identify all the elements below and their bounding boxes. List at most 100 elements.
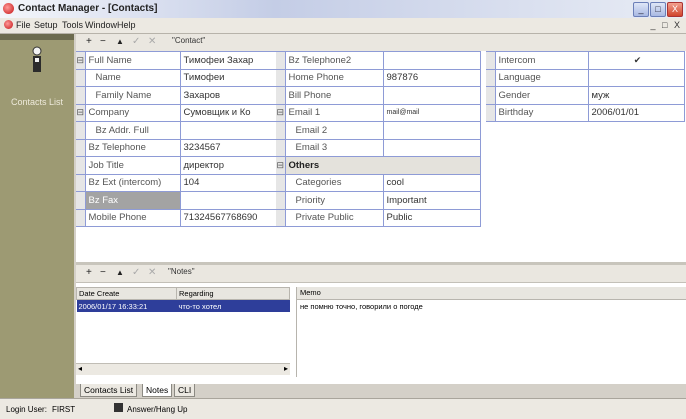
property-value[interactable]: mail@mail (382, 103, 481, 122)
memo-text[interactable]: не помню точно, говорили о погоде (297, 300, 686, 313)
property-value[interactable] (179, 121, 278, 140)
scroll-left-icon[interactable]: ◂ (78, 364, 82, 373)
menu-tools[interactable]: Tools (62, 20, 83, 30)
add-note-button[interactable]: + (86, 267, 92, 278)
remove-note-button[interactable]: − (100, 267, 106, 278)
property-label[interactable]: Home Phone (284, 68, 384, 87)
post-note-button[interactable]: ✓ (132, 267, 140, 278)
property-row[interactable]: Name Тимофеи (76, 68, 278, 87)
property-row[interactable]: ⊟ Full Name Тимофеи Захар (76, 51, 278, 70)
property-label[interactable]: Full Name (84, 51, 181, 70)
collapse-icon[interactable]: ⊟ (276, 103, 285, 122)
property-row[interactable]: Bz Ext (intercom) 104 (76, 173, 278, 192)
property-label[interactable]: Private Public (284, 208, 384, 227)
property-row[interactable]: Private Public Public (276, 208, 481, 227)
property-label[interactable]: Name (84, 68, 181, 87)
horizontal-scrollbar[interactable]: ◂ ▸ (76, 363, 290, 375)
answer-hangup-button[interactable]: Answer/Hang Up (127, 405, 187, 414)
property-label[interactable]: Mobile Phone (84, 208, 181, 227)
phone-icon[interactable] (114, 403, 123, 412)
property-label[interactable]: Bz Fax (84, 191, 181, 210)
property-row[interactable]: Birthday 2006/01/01 (486, 103, 685, 122)
property-value[interactable]: Public (382, 208, 481, 227)
property-value[interactable]: директор (179, 156, 278, 175)
property-value[interactable]: cool (382, 173, 481, 192)
property-value[interactable]: 987876 (382, 68, 481, 87)
property-row[interactable]: ⊟ Others (276, 156, 481, 175)
property-label[interactable]: Family Name (84, 86, 181, 105)
property-value[interactable]: Тимофеи Захар (179, 51, 278, 70)
property-row[interactable]: Bz Telephone 3234567 (76, 138, 278, 157)
collapse-icon[interactable]: ⊟ (76, 51, 85, 70)
property-value[interactable]: Important (382, 191, 481, 210)
menu-file[interactable]: File (16, 20, 31, 30)
column-header-date-create[interactable]: Date Create (76, 287, 177, 300)
property-row[interactable]: Family Name Захаров (76, 86, 278, 105)
property-row[interactable]: Bz Telephone2 (276, 51, 481, 70)
property-label[interactable]: Job Title (84, 156, 181, 175)
collapse-icon[interactable]: ⊟ (276, 156, 285, 175)
property-value[interactable]: Захаров (179, 86, 278, 105)
property-row[interactable]: Mobile Phone 71324567768690 (76, 208, 278, 227)
property-value[interactable] (587, 68, 685, 87)
scroll-right-icon[interactable]: ▸ (284, 364, 288, 373)
property-label[interactable]: Bz Addr. Full (84, 121, 181, 140)
sidebar-item-contacts-list[interactable]: Contacts List (0, 97, 74, 107)
property-row[interactable]: Home Phone 987876 (276, 68, 481, 87)
property-value[interactable]: 3234567 (179, 138, 278, 157)
property-row[interactable]: Priority Important (276, 191, 481, 210)
property-row[interactable]: Email 2 (276, 121, 481, 140)
property-row[interactable]: Gender муж (486, 86, 685, 105)
property-value[interactable]: 71324567768690 (179, 208, 278, 227)
property-value[interactable] (382, 86, 481, 105)
property-label[interactable]: Company (84, 103, 181, 122)
move-up-note-button[interactable]: ▲ (116, 268, 124, 277)
property-label[interactable]: Bill Phone (284, 86, 384, 105)
tab-contacts-list[interactable]: Contacts List (80, 384, 138, 397)
property-label[interactable]: Email 3 (284, 138, 384, 157)
property-value[interactable]: Сумовщик и Ко (179, 103, 278, 122)
property-value[interactable]: 2006/01/01 (587, 103, 685, 122)
move-up-button[interactable]: ▲ (116, 37, 124, 46)
menu-window[interactable]: Window (85, 20, 117, 30)
cancel-button[interactable]: ✕ (148, 36, 156, 47)
property-label[interactable]: Categories (284, 173, 384, 192)
intercom-checkbox[interactable]: ✔ (587, 51, 685, 70)
property-label[interactable]: Bz Ext (intercom) (84, 173, 181, 192)
property-value[interactable]: муж (587, 86, 685, 105)
property-label[interactable]: Email 2 (284, 121, 384, 140)
property-label[interactable]: Gender (494, 86, 589, 105)
property-value[interactable] (382, 51, 481, 70)
property-row[interactable]: Bz Addr. Full (76, 121, 278, 140)
property-row[interactable]: Intercom ✔ (486, 51, 685, 70)
property-label[interactable]: Bz Telephone (84, 138, 181, 157)
property-row[interactable]: Bz Fax (76, 191, 278, 210)
column-header-regarding[interactable]: Regarding (176, 287, 290, 300)
post-button[interactable]: ✓ (132, 36, 140, 47)
property-row[interactable]: Email 3 (276, 138, 481, 157)
tab-cli[interactable]: CLI (174, 384, 196, 397)
table-row[interactable]: 2006/01/17 16:33:21 что-то хотел (76, 299, 290, 312)
property-label[interactable]: Priority (284, 191, 384, 210)
mdi-window-controls[interactable]: _ □ X (651, 20, 682, 30)
category-label[interactable]: Others (284, 156, 481, 175)
property-row[interactable]: Categories cool (276, 173, 481, 192)
property-label[interactable]: Email 1 (284, 103, 384, 122)
maximize-button[interactable]: □ (650, 2, 666, 17)
property-label[interactable]: Language (494, 68, 589, 87)
property-value[interactable] (382, 121, 481, 140)
contacts-icon[interactable] (28, 46, 46, 74)
minimize-button[interactable]: _ (633, 2, 649, 17)
menu-setup[interactable]: Setup (34, 20, 58, 30)
property-value[interactable] (382, 138, 481, 157)
property-label[interactable]: Intercom (494, 51, 589, 70)
property-value[interactable]: 104 (179, 173, 278, 192)
tab-notes[interactable]: Notes (142, 384, 173, 397)
cancel-note-button[interactable]: ✕ (148, 267, 156, 278)
property-row[interactable]: ⊟ Email 1 mail@mail (276, 103, 481, 122)
property-value[interactable] (179, 191, 278, 210)
property-label[interactable]: Birthday (494, 103, 589, 122)
property-row[interactable]: Job Title директор (76, 156, 278, 175)
collapse-icon[interactable]: ⊟ (76, 103, 85, 122)
property-row[interactable]: Language (486, 68, 685, 87)
